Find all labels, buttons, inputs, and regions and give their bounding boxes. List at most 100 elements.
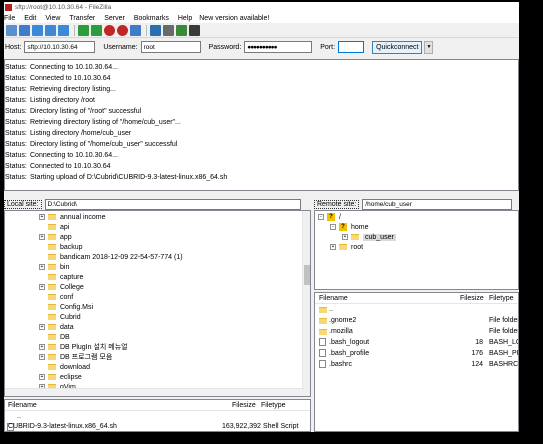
local-tree-item-label: app [60,233,72,241]
sync-browse-icon[interactable] [176,24,187,36]
local-tree-item[interactable]: bandicam 2018-12-09 22-54-57-774 (1) [5,252,310,262]
remote-file-row[interactable]: .bashrc 124 BASHRC File [315,359,518,370]
remote-tree-item[interactable]: + root [315,242,518,252]
site-manager-icon[interactable] [6,24,17,36]
local-tree-item[interactable]: + DB 프로그램 모음 [5,352,310,362]
remote-file-row[interactable]: .bash_profile 176 BASH_PRO... [315,348,518,359]
filter-icon[interactable] [150,24,161,36]
refresh-icon[interactable] [78,24,89,36]
local-directory-tree[interactable]: + annual income api + app backup bandicam 2018… [4,210,311,397]
expand-icon[interactable]: + [39,214,45,220]
local-path-input[interactable]: D:\Cubrid\ [44,199,301,210]
remote-tree-item[interactable]: + cub_user [315,232,518,242]
remote-directory-tree[interactable]: -? / -? home + cub_user + root [314,210,519,290]
local-col-filetype[interactable]: Filetype [261,402,286,409]
local-tree-item[interactable]: + bin [5,262,310,272]
remote-tree-item[interactable]: -? home [315,222,518,232]
expand-icon[interactable]: + [39,324,45,330]
menu-item-view[interactable]: View [45,15,60,22]
quickconnect-history-dropdown[interactable]: ▼ [424,40,434,54]
log-message: Connected to 10.10.30.64 [30,75,111,82]
local-file-row[interactable]: CUBRID-9.3-latest-linux.x86_64.sh 163,922… [5,421,310,431]
local-tree-item[interactable]: Config.Msi [5,302,310,312]
remote-file-row[interactable]: .. [315,304,518,315]
expand-icon[interactable]: + [39,234,45,240]
log-status-label: Status: [5,119,27,126]
reconnect-icon[interactable] [130,24,141,36]
local-tree-item[interactable]: + DB PlugIn 설치 메뉴얼 [5,342,310,352]
remote-file-row[interactable]: .bash_logout 18 BASH_LOG... [315,337,518,348]
local-tree-item[interactable]: capture [5,272,310,282]
compare-icon[interactable] [163,24,174,36]
local-tree-item[interactable]: + annual income [5,212,310,222]
username-input[interactable] [140,41,201,53]
expand-icon[interactable]: + [342,234,348,240]
disconnect-icon[interactable] [117,24,128,36]
menu-item-new-version-available[interactable]: New version available! [199,15,269,22]
local-tree-scroll-thumb[interactable] [304,265,310,285]
toggle-log-icon[interactable] [19,24,30,36]
toggle-local-tree-icon[interactable] [32,24,43,36]
file-icon [319,338,326,346]
remote-file-row[interactable]: .mozilla File folder [315,326,518,337]
toggle-remote-tree-icon[interactable] [45,24,56,36]
local-tree-item[interactable]: api [5,222,310,232]
remote-file-name: .bash_logout [329,339,370,346]
cancel-icon[interactable] [104,24,115,36]
local-col-filesize[interactable]: Filesize [232,402,256,409]
expand-icon[interactable]: + [39,374,45,380]
remote-file-row[interactable]: .gnome2 File folder [315,315,518,326]
folder-icon [48,284,56,290]
expand-icon[interactable]: + [39,344,45,350]
collapse-icon[interactable]: - [318,214,324,220]
host-input[interactable] [24,41,96,53]
menu-item-help[interactable]: Help [178,15,192,22]
local-tree-item[interactable]: DB [5,332,310,342]
menu-item-file[interactable]: File [4,15,15,22]
local-tree-item[interactable]: download [5,362,310,372]
port-input[interactable] [338,41,365,53]
search-icon[interactable] [189,24,200,36]
expand-icon[interactable]: + [39,354,45,360]
menu-item-bookmarks[interactable]: Bookmarks [134,15,169,22]
remote-tree-item[interactable]: -? / [315,212,518,222]
local-tree-item[interactable]: Cubrid [5,312,310,322]
menu-item-edit[interactable]: Edit [24,15,36,22]
local-tree-item-label: eclipse [60,373,82,381]
local-tree-item[interactable]: + data [5,322,310,332]
expand-icon[interactable]: + [330,244,336,250]
menu-item-transfer[interactable]: Transfer [69,15,95,22]
log-status-label: Status: [5,86,27,93]
remote-file-name: .gnome2 [329,317,357,324]
local-tree-item[interactable]: + app [5,232,310,242]
local-file-list[interactable]: Filename Filesize Filetype .. CUBRID-9.3-… [4,399,311,432]
menu-item-server[interactable]: Server [104,15,125,22]
collapse-icon[interactable]: - [330,224,336,230]
local-file-row[interactable]: .. [5,411,310,421]
local-tree-item[interactable]: + eclipse [5,372,310,382]
log-message: Directory listing of "/root" successful [30,108,142,115]
remote-path-input[interactable]: /home/cub_user [362,199,513,210]
quickconnect-button[interactable]: Quickconnect [372,40,423,54]
remote-col-filename[interactable]: Filename [319,295,348,302]
local-tree-item[interactable]: conf [5,292,310,302]
remote-col-filesize[interactable]: Filesize [460,295,484,302]
remote-col-filetype[interactable]: Filetype [489,295,514,302]
folder-icon [339,244,347,250]
password-input[interactable] [244,41,313,53]
local-tree-item-label: bin [60,263,70,271]
remote-file-name: .. [329,306,333,313]
expand-icon[interactable]: + [39,284,45,290]
local-col-filename[interactable]: Filename [8,402,37,409]
local-tree-item[interactable]: backup [5,242,310,252]
process-queue-icon[interactable] [91,24,102,36]
remote-tree-item-label: / [339,213,341,221]
toggle-queue-icon[interactable] [58,24,69,36]
no-expander [39,304,45,310]
expand-icon[interactable]: + [39,264,45,270]
remote-file-list[interactable]: Filename Filesize Filetype .. .gnome2 File… [314,292,519,432]
local-tree-item[interactable]: + College [5,282,310,292]
local-tree-scrollbar[interactable] [302,211,310,396]
remote-tree-item-label: home [351,223,369,231]
local-tree-hscrollbar[interactable] [5,388,304,396]
